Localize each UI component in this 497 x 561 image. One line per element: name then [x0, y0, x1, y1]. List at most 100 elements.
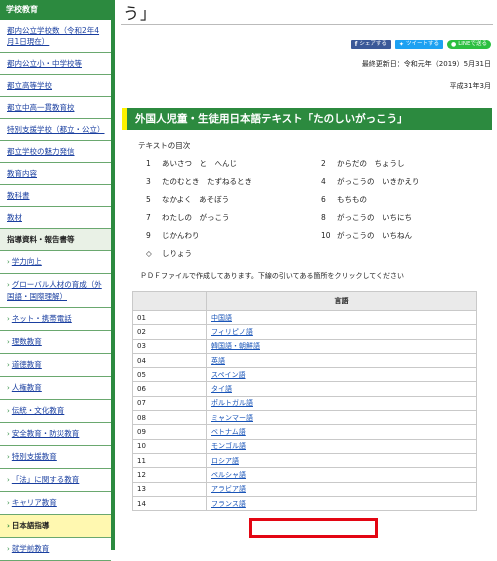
sidebar-item-label: ネット・携帯電話	[11, 314, 72, 323]
sidebar-item[interactable]: › キャリア教育	[0, 492, 111, 515]
toc-text: しりょう	[162, 249, 192, 258]
language-cell: ミャンマー語	[206, 410, 477, 426]
page-title-fragment: う」	[123, 4, 158, 23]
sidebar-item-label: 特別支援教育	[11, 452, 57, 461]
page-heading: 外国人児童・生徒用日本語テキスト「たのしいがっこう」	[122, 108, 492, 130]
sidebar-item-label: キャリア教育	[11, 498, 57, 507]
sidebar-item[interactable]: › 人権教育	[0, 377, 111, 400]
sidebar-item[interactable]: 都立学校の魅力発信	[0, 141, 111, 163]
twitter-share-button[interactable]: ✦ ツイートする	[394, 40, 443, 49]
sidebar-item[interactable]: › 道徳教育	[0, 354, 111, 377]
sidebar-item-label: 人権教育	[11, 383, 42, 392]
sidebar-item[interactable]: 都内公立学校数（令和2年4月1日現在）	[0, 20, 111, 53]
language-pdf-link[interactable]: 韓国語・朝鮮語	[211, 342, 260, 350]
sidebar-item[interactable]: 都立中高一貫教育校	[0, 97, 111, 119]
sidebar-item[interactable]: 都立高等学校	[0, 75, 111, 97]
sidebar-item[interactable]: › グローバル人材の育成（外国語・国際理解）	[0, 274, 111, 308]
chevron-right-icon: ›	[7, 338, 10, 346]
language-pdf-link[interactable]: モンゴル語	[211, 442, 246, 450]
sidebar-item-label: 指導資料・報告書等	[7, 235, 75, 244]
table-row: 10 モンゴル語	[132, 438, 477, 454]
language-table: 言語 01 中国語 02 フィリピノ語 03 韓国語・朝鮮語 04 英語 05 スペイン語 06 タイ…	[132, 291, 477, 512]
sidebar-item-label: 就学前教育	[11, 544, 50, 553]
language-pdf-link[interactable]: ロシア語	[211, 457, 239, 465]
toc-entry: 2 からだの ちょうし	[321, 158, 405, 169]
sidebar-header: 学校教育	[0, 0, 111, 20]
toc-entry: ◇ しりょう	[146, 248, 192, 259]
language-cell: フランス語	[206, 495, 477, 512]
sidebar-item[interactable]: › ネット・携帯電話	[0, 308, 111, 331]
table-row: 02 フィリピノ語	[132, 324, 477, 340]
toc-text: たのむとき たずねるとき	[162, 177, 252, 186]
toc-text: がっこうの いきかえり	[337, 177, 420, 186]
toc-row: 9 じかんわり 10 がっこうの いちねん	[146, 230, 466, 248]
line-share-button[interactable]: ● LINEで送る	[446, 40, 491, 49]
language-pdf-link[interactable]: ポルトガル語	[211, 399, 253, 407]
sidebar-item[interactable]: › 理数教育	[0, 331, 111, 354]
chevron-right-icon: ›	[7, 407, 10, 415]
toc-row: 3 たのむとき たずねるとき 4 がっこうの いきかえり	[146, 176, 466, 194]
toc-entry: 10 がっこうの いちねん	[321, 230, 412, 241]
twitter-icon: ✦	[398, 41, 404, 48]
chevron-right-icon: ›	[7, 499, 10, 507]
sidebar-item[interactable]: 都内公立小・中学校等	[0, 53, 111, 75]
sidebar-item[interactable]: 教育内容	[0, 163, 111, 185]
toc-number: ◇	[146, 249, 152, 258]
sidebar-item[interactable]: › 安全教育・防災教育	[0, 423, 111, 446]
sidebar-item[interactable]: › 「法」に関する教育	[0, 469, 111, 492]
toc-entry: 1 あいさつ と へんじ	[146, 158, 237, 169]
language-pdf-link[interactable]: 英語	[211, 357, 225, 365]
toc-text: がっこうの いちねん	[337, 231, 412, 240]
sidebar-item[interactable]: › 特別支援教育	[0, 446, 111, 469]
sidebar-item[interactable]: 特別支援学校（都立・公立）	[0, 119, 111, 141]
sidebar-item[interactable]: 教科書	[0, 185, 111, 207]
sidebar-item[interactable]: 教材	[0, 207, 111, 229]
row-number: 08	[132, 410, 207, 426]
language-pdf-link[interactable]: フィリピノ語	[211, 328, 253, 336]
title-divider	[121, 24, 493, 25]
row-number: 11	[132, 452, 207, 469]
toc-text: わたしの がっこう	[162, 213, 230, 222]
row-number: 10	[132, 438, 207, 454]
language-cell: モンゴル語	[206, 438, 477, 454]
sidebar-item-label: 日本語指導	[11, 521, 50, 530]
facebook-share-button[interactable]: f シェアする	[350, 40, 391, 49]
sidebar-item: 指導資料・報告書等	[0, 229, 111, 251]
sidebar-item[interactable]: › 学力向上	[0, 251, 111, 274]
language-cell: ベトナム語	[206, 424, 477, 440]
sidebar-item[interactable]: › 日本語指導	[0, 515, 111, 538]
toc-entry: 3 たのむとき たずねるとき	[146, 176, 252, 187]
chevron-right-icon: ›	[7, 545, 10, 553]
table-row: 11 ロシア語	[132, 452, 477, 469]
table-header-row: 言語	[132, 291, 477, 311]
row-number: 06	[132, 381, 207, 397]
chevron-right-icon: ›	[7, 476, 10, 484]
toc-number: 2	[321, 159, 326, 168]
sidebar-item-label: 学力向上	[11, 257, 42, 266]
language-pdf-link[interactable]: 中国語	[211, 314, 232, 322]
row-number: 04	[132, 352, 207, 369]
table-row: 08 ミャンマー語	[132, 410, 477, 426]
line-share-label: LINEで送る	[458, 41, 487, 47]
toc-number: 4	[321, 177, 326, 186]
toc-text: がっこうの いちにち	[337, 213, 412, 222]
sidebar-item-label: 都内公立学校数（令和2年4月1日現在）	[7, 26, 100, 46]
sidebar: 学校教育 都内公立学校数（令和2年4月1日現在） 都内公立小・中学校等 都立高等学校…	[0, 0, 115, 561]
language-pdf-link[interactable]: フランス語	[211, 500, 246, 508]
toc-list: 1 あいさつ と へんじ 2 からだの ちょうし 3 たのむとき たずねるとき 4 がっこうの…	[146, 158, 466, 266]
toc-number: 5	[146, 195, 151, 204]
sidebar-item-label: 道徳教育	[11, 360, 42, 369]
language-pdf-link[interactable]: アラビア語	[211, 485, 246, 493]
language-pdf-link[interactable]: タイ語	[211, 385, 232, 393]
language-pdf-link[interactable]: ペルシャ語	[211, 471, 246, 479]
row-number: 12	[132, 467, 207, 483]
language-pdf-link[interactable]: スペイン語	[211, 371, 246, 379]
sidebar-item[interactable]: › 伝統・文化教育	[0, 400, 111, 423]
row-number: 02	[132, 324, 207, 340]
language-pdf-link[interactable]: ベトナム語	[211, 428, 246, 436]
table-row: 03 韓国語・朝鮮語	[132, 338, 477, 354]
sidebar-item-label: 理数教育	[11, 337, 42, 346]
toc-row: 1 あいさつ と へんじ 2 からだの ちょうし	[146, 158, 466, 176]
sidebar-list: 都内公立学校数（令和2年4月1日現在） 都内公立小・中学校等 都立高等学校 都立中高一…	[0, 20, 111, 561]
language-pdf-link[interactable]: ミャンマー語	[211, 414, 253, 422]
